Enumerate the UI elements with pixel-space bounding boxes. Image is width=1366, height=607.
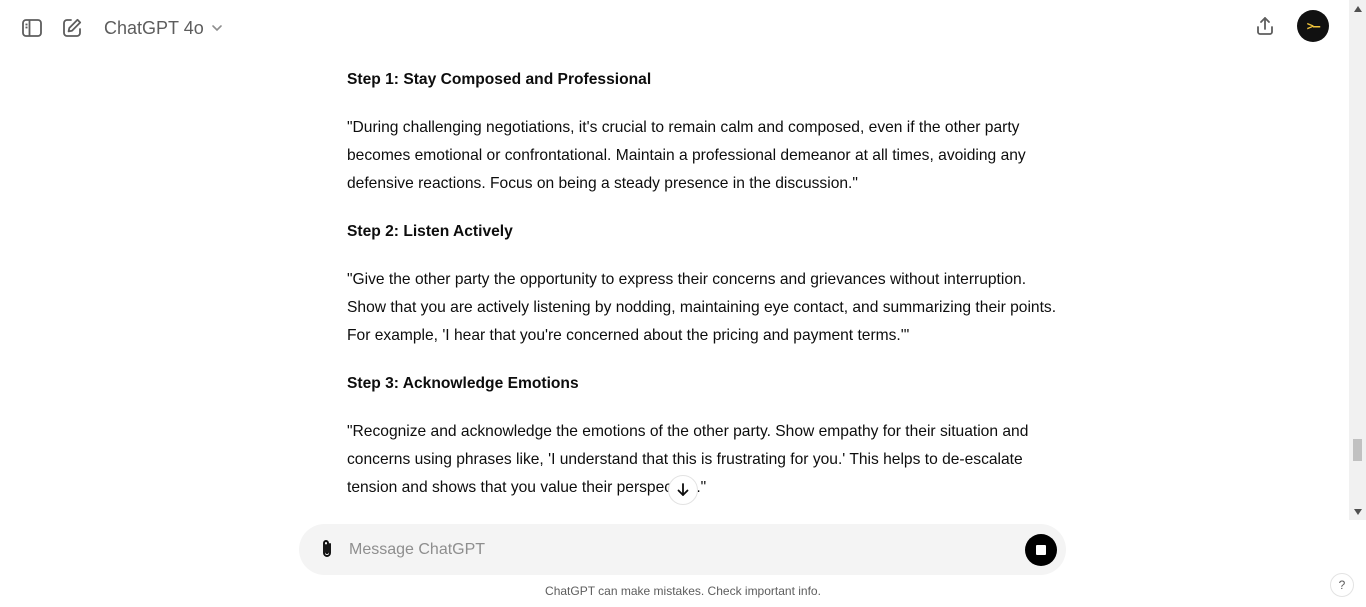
sidebar-toggle-button[interactable] (14, 10, 50, 46)
attach-button[interactable] (315, 537, 339, 561)
top-bar: ChatGPT 4o >– (0, 0, 1349, 56)
new-chat-icon (63, 18, 82, 37)
help-icon: ? (1338, 578, 1346, 592)
arrow-down-icon (677, 483, 689, 496)
message-composer (299, 524, 1066, 575)
stop-generating-button[interactable] (1025, 534, 1057, 566)
scroll-to-bottom-button[interactable] (668, 475, 698, 505)
paperclip-icon (323, 540, 331, 557)
step-paragraph: "Recognize and acknowledge the emotions … (347, 423, 1029, 496)
user-avatar[interactable]: >– (1297, 10, 1329, 42)
step-heading: Step 2: Listen Actively (347, 223, 513, 240)
step-paragraph: "During challenging negotiations, it's c… (347, 119, 1026, 192)
avatar-text: >– (1306, 19, 1320, 33)
scroll-up-arrow-icon[interactable] (1349, 0, 1366, 17)
share-icon (1257, 17, 1273, 35)
scrollbar[interactable] (1349, 0, 1366, 520)
step-paragraph: "Give the other party the opportunity to… (347, 271, 1057, 344)
disclaimer-text: ChatGPT can make mistakes. Check importa… (545, 584, 821, 598)
scrollbar-thumb[interactable] (1353, 439, 1362, 461)
share-button[interactable] (1247, 8, 1283, 44)
model-name: ChatGPT 4o (104, 17, 204, 38)
chevron-down-icon (210, 21, 224, 35)
new-chat-button[interactable] (54, 10, 90, 46)
message-input[interactable] (349, 534, 1009, 565)
stop-icon (1036, 545, 1046, 555)
step-heading: Step 3: Acknowledge Emotions (347, 375, 579, 392)
help-button[interactable]: ? (1330, 573, 1354, 597)
assistant-message: Step 1: Stay Composed and Professional "… (347, 66, 1059, 518)
sidebar-toggle-icon (22, 19, 42, 37)
scroll-down-arrow-icon[interactable] (1349, 503, 1366, 520)
step-heading: Step 1: Stay Composed and Professional (347, 71, 652, 88)
model-switcher[interactable]: ChatGPT 4o (96, 10, 232, 46)
